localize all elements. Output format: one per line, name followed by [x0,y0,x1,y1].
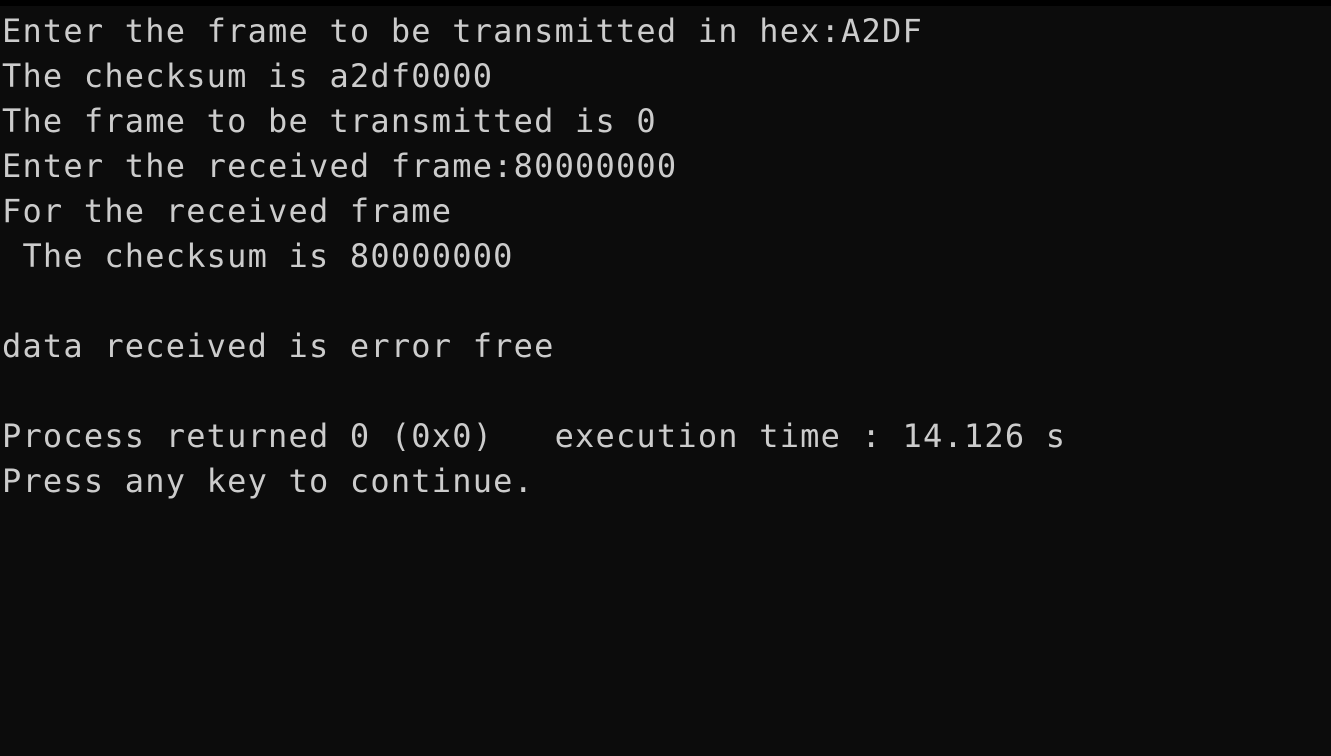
console-window[interactable]: Enter the frame to be transmitted in hex… [0,0,1331,756]
console-line-result: data received is error free [2,327,555,365]
console-line-prompt-frame: Enter the frame to be transmitted in hex… [2,12,923,50]
console-line-process-returned: Process returned 0 (0x0) execution time … [2,417,1067,455]
console-line-checksum: The checksum is a2df0000 [2,57,494,95]
console-line-frame-transmitted: The frame to be transmitted is 0 [2,102,657,140]
console-line-blank-2 [2,369,1322,414]
console-line-press-any-key: Press any key to continue. [2,462,535,500]
console-line-received-checksum: The checksum is 80000000 [2,237,514,275]
console-line-received-header: For the received frame [2,192,453,230]
console-output[interactable]: Enter the frame to be transmitted in hex… [2,9,1322,504]
console-line-blank-1 [2,279,1322,324]
console-line-prompt-received: Enter the received frame:80000000 [2,147,678,185]
window-top-edge [0,0,1331,6]
